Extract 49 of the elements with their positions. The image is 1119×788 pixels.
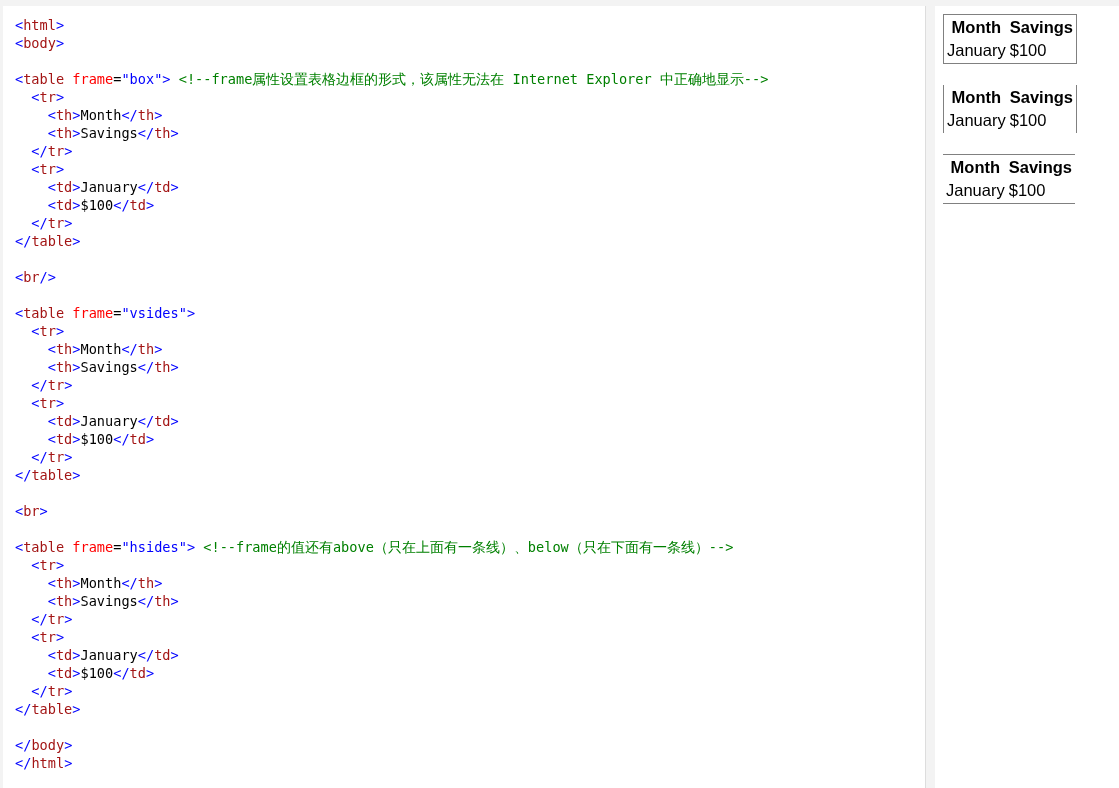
code-line: <tr> [30, 556, 66, 574]
code-line: <th>Savings</th> [46, 124, 180, 142]
code-line: <table frame="vsides"> [15, 304, 197, 322]
table-cell: January [945, 180, 1006, 201]
code-line: </tr> [30, 682, 74, 700]
table-cell: January [946, 40, 1007, 61]
table-cell-text: $100 [1007, 180, 1047, 201]
table-cell-text: $100 [1008, 110, 1048, 131]
code-line: <br> [15, 502, 49, 520]
table-cell-text: $100 [1008, 40, 1048, 61]
code-line: </html> [15, 754, 74, 772]
code-line: </tr> [30, 142, 74, 160]
table-header-cell: Savings [1008, 17, 1074, 38]
code-line: <td>$100</td> [46, 430, 156, 448]
code-line: <tr> [30, 160, 66, 178]
code-line: <body> [15, 34, 66, 52]
table-header-cell-text: Month [949, 157, 1002, 178]
code-line: </tr> [30, 214, 74, 232]
code-line: <tr> [30, 88, 66, 106]
code-line: </table> [15, 232, 82, 250]
code-line: </tr> [30, 448, 74, 466]
table-header-cell-text: Month [950, 17, 1003, 38]
table-header-cell: Savings [1008, 87, 1074, 108]
code-line: <tr> [30, 394, 66, 412]
code-line: </body> [15, 736, 74, 754]
code-line: </table> [15, 700, 82, 718]
code-line: <tr> [30, 322, 66, 340]
code-line: <td>January</td> [46, 412, 180, 430]
code-line: <table frame="box"> <!--frame属性设置表格边框的形式，该属性无法在 Internet Explorer 中正确地显示--> [15, 70, 770, 88]
code-line: <th>Month</th> [46, 340, 164, 358]
code-line: <td>January</td> [46, 178, 180, 196]
code-line: <td>$100</td> [46, 196, 156, 214]
code-line: <th>Savings</th> [46, 358, 180, 376]
code-line: <th>Month</th> [46, 574, 164, 592]
code-line: <th>Month</th> [46, 106, 164, 124]
code-line: </tr> [30, 376, 74, 394]
code-line: <tr> [30, 628, 66, 646]
table-cell: January [946, 110, 1007, 131]
code-line: <br/> [15, 268, 57, 286]
table-header-cell-text: Month [950, 87, 1003, 108]
code-line: <th>Savings</th> [46, 592, 180, 610]
code-editor[interactable] [3, 6, 926, 788]
table-header-cell: Savings [1007, 157, 1073, 178]
code-line: </table> [15, 466, 82, 484]
code-line: <td>January</td> [46, 646, 180, 664]
code-line: </tr> [30, 610, 74, 628]
code-line: <table frame="hsides"> <!--frame的值还有above（只在上面有一条线）、below（只在下面有一条线）--> [15, 538, 735, 556]
code-line: <td>$100</td> [46, 664, 156, 682]
code-line: <html> [15, 16, 66, 34]
